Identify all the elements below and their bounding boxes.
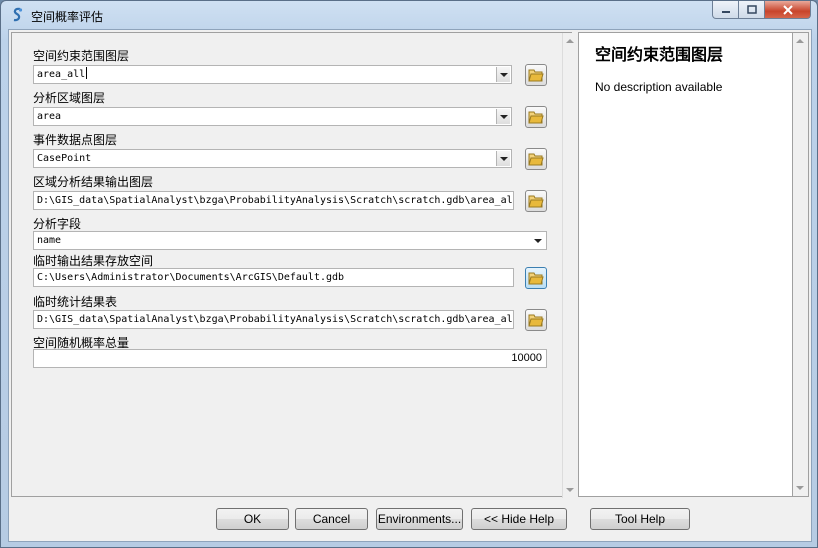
title-bar[interactable]: 空间概率评估	[1, 1, 817, 29]
window-title: 空间概率评估	[31, 10, 104, 24]
parameters-panel: 空间约束范围图层 area_all 分析区域图层 area 事件数据点图层 Ca…	[11, 32, 578, 498]
event-point-layer-browse-button[interactable]	[525, 148, 547, 170]
cancel-button[interactable]: Cancel	[295, 508, 368, 530]
param-label-constraint-layer: 空间约束范围图层	[33, 49, 130, 63]
event-point-layer-combo[interactable]: CasePoint	[33, 149, 512, 168]
param-label-temp-stats-table: 临时统计结果表	[33, 295, 118, 309]
help-title: 空间约束范围图层	[595, 45, 724, 64]
scroll-up-icon[interactable]	[566, 39, 574, 43]
param-label-event-point-layer: 事件数据点图层	[33, 133, 118, 147]
help-scrollbar[interactable]	[793, 32, 809, 497]
folder-open-icon	[528, 111, 544, 124]
environments-button[interactable]: Environments...	[376, 508, 463, 530]
output-layer-browse-button[interactable]	[525, 190, 547, 212]
parameters-scrollbar[interactable]	[562, 33, 578, 498]
ok-button[interactable]: OK	[216, 508, 289, 530]
text-caret	[86, 67, 88, 79]
chevron-down-icon[interactable]	[496, 109, 510, 124]
close-icon	[782, 4, 793, 15]
folder-open-icon	[528, 272, 544, 285]
chevron-down-icon[interactable]	[531, 233, 545, 248]
dialog-client: 空间约束范围图层 area_all 分析区域图层 area 事件数据点图层 Ca…	[8, 29, 812, 542]
temp-stats-table-browse-button[interactable]	[525, 309, 547, 331]
constraint-layer-value: area_all	[37, 69, 86, 80]
dialog-window: 空间概率评估 空间约束范围图层 area_all 分析区域图层 area 事件数…	[0, 0, 818, 548]
constraint-layer-browse-button[interactable]	[525, 64, 547, 86]
folder-open-icon	[528, 69, 544, 82]
temp-stats-table-path-input[interactable]: D:\GIS_data\SpatialAnalyst\bzga\Probabil…	[33, 310, 514, 329]
event-point-layer-value: CasePoint	[37, 153, 92, 164]
tool-help-button[interactable]: Tool Help	[590, 508, 690, 530]
maximize-button[interactable]	[739, 1, 765, 19]
random-probability-total-input[interactable]: 10000	[33, 349, 547, 368]
close-button[interactable]	[765, 1, 811, 19]
hide-help-button[interactable]: << Hide Help	[471, 508, 567, 530]
temp-workspace-path-input[interactable]: C:\Users\Administrator\Documents\ArcGIS\…	[33, 268, 514, 287]
analysis-field-value: name	[37, 235, 62, 246]
scroll-up-icon[interactable]	[796, 39, 804, 43]
script-tool-icon	[13, 7, 23, 22]
temp-workspace-browse-button[interactable]	[525, 267, 547, 289]
analysis-area-layer-combo[interactable]: area	[33, 107, 512, 126]
output-layer-path-input[interactable]: D:\GIS_data\SpatialAnalyst\bzga\Probabil…	[33, 191, 514, 210]
chevron-down-icon[interactable]	[496, 67, 510, 82]
param-label-temp-workspace: 临时输出结果存放空间	[33, 254, 154, 268]
help-description: No description available	[595, 80, 723, 94]
constraint-layer-combo[interactable]: area_all	[33, 65, 512, 84]
param-label-analysis-field: 分析字段	[33, 217, 82, 231]
help-panel: 空间约束范围图层 No description available	[578, 32, 793, 497]
analysis-area-layer-value: area	[37, 111, 62, 122]
scroll-down-icon[interactable]	[796, 486, 804, 490]
folder-open-icon	[528, 153, 544, 166]
analysis-field-select[interactable]: name	[33, 231, 547, 250]
maximize-icon	[746, 5, 757, 14]
chevron-down-icon[interactable]	[496, 151, 510, 166]
scroll-down-icon[interactable]	[566, 488, 574, 492]
param-label-output-layer: 区域分析结果输出图层	[33, 175, 154, 189]
minimize-icon	[721, 10, 730, 13]
param-label-analysis-area-layer: 分析区域图层	[33, 91, 106, 105]
folder-open-icon	[528, 314, 544, 327]
analysis-area-layer-browse-button[interactable]	[525, 106, 547, 128]
minimize-button[interactable]	[712, 1, 739, 19]
folder-open-icon	[528, 195, 544, 208]
